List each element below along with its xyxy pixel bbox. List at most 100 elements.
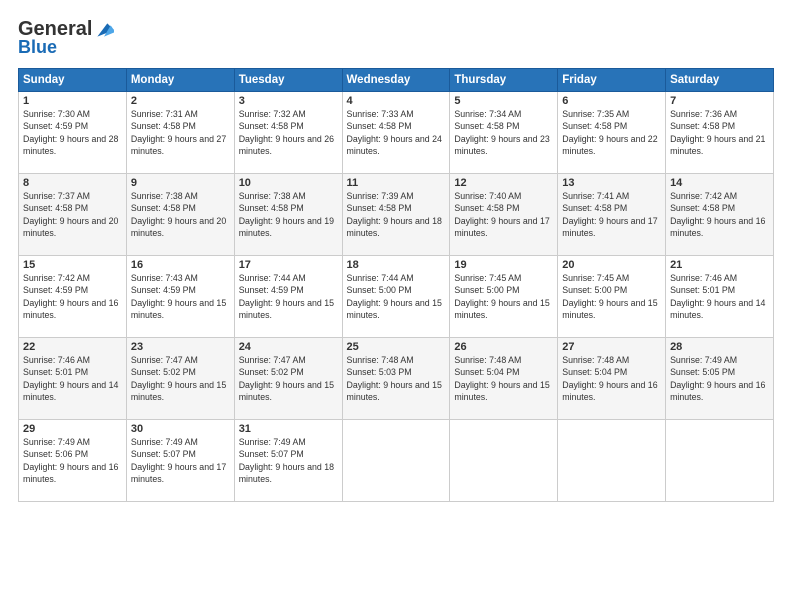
day-info: Sunrise: 7:47 AMSunset: 5:02 PMDaylight:… — [131, 355, 226, 402]
day-info: Sunrise: 7:41 AMSunset: 4:58 PMDaylight:… — [562, 191, 657, 238]
calendar-cell: 17 Sunrise: 7:44 AMSunset: 4:59 PMDaylig… — [234, 256, 342, 338]
calendar-cell: 16 Sunrise: 7:43 AMSunset: 4:59 PMDaylig… — [126, 256, 234, 338]
calendar-cell: 26 Sunrise: 7:48 AMSunset: 5:04 PMDaylig… — [450, 338, 558, 420]
day-number: 15 — [23, 259, 122, 271]
day-info: Sunrise: 7:48 AMSunset: 5:04 PMDaylight:… — [454, 355, 549, 402]
day-info: Sunrise: 7:37 AMSunset: 4:58 PMDaylight:… — [23, 191, 118, 238]
calendar-week-row: 8 Sunrise: 7:37 AMSunset: 4:58 PMDayligh… — [19, 174, 774, 256]
calendar-cell — [342, 420, 450, 502]
day-number: 30 — [131, 423, 230, 435]
calendar-cell: 12 Sunrise: 7:40 AMSunset: 4:58 PMDaylig… — [450, 174, 558, 256]
weekday-header-tuesday: Tuesday — [234, 69, 342, 92]
day-info: Sunrise: 7:45 AMSunset: 5:00 PMDaylight:… — [454, 273, 549, 320]
day-info: Sunrise: 7:42 AMSunset: 4:59 PMDaylight:… — [23, 273, 118, 320]
day-number: 9 — [131, 177, 230, 189]
day-info: Sunrise: 7:32 AMSunset: 4:58 PMDaylight:… — [239, 109, 334, 156]
day-number: 21 — [670, 259, 769, 271]
weekday-header-thursday: Thursday — [450, 69, 558, 92]
weekday-header-wednesday: Wednesday — [342, 69, 450, 92]
day-info: Sunrise: 7:35 AMSunset: 4:58 PMDaylight:… — [562, 109, 657, 156]
calendar-cell: 31 Sunrise: 7:49 AMSunset: 5:07 PMDaylig… — [234, 420, 342, 502]
calendar-cell: 7 Sunrise: 7:36 AMSunset: 4:58 PMDayligh… — [666, 92, 774, 174]
calendar-week-row: 29 Sunrise: 7:49 AMSunset: 5:06 PMDaylig… — [19, 420, 774, 502]
calendar-cell — [666, 420, 774, 502]
day-number: 22 — [23, 341, 122, 353]
day-number: 7 — [670, 95, 769, 107]
calendar-cell — [450, 420, 558, 502]
calendar-week-row: 15 Sunrise: 7:42 AMSunset: 4:59 PMDaylig… — [19, 256, 774, 338]
calendar-cell: 21 Sunrise: 7:46 AMSunset: 5:01 PMDaylig… — [666, 256, 774, 338]
day-number: 29 — [23, 423, 122, 435]
calendar-cell: 9 Sunrise: 7:38 AMSunset: 4:58 PMDayligh… — [126, 174, 234, 256]
calendar-cell — [558, 420, 666, 502]
day-info: Sunrise: 7:49 AMSunset: 5:06 PMDaylight:… — [23, 437, 118, 484]
day-number: 4 — [347, 95, 446, 107]
calendar-week-row: 1 Sunrise: 7:30 AMSunset: 4:59 PMDayligh… — [19, 92, 774, 174]
day-info: Sunrise: 7:49 AMSunset: 5:07 PMDaylight:… — [239, 437, 334, 484]
weekday-header-sunday: Sunday — [19, 69, 127, 92]
calendar-cell: 3 Sunrise: 7:32 AMSunset: 4:58 PMDayligh… — [234, 92, 342, 174]
day-number: 20 — [562, 259, 661, 271]
day-info: Sunrise: 7:42 AMSunset: 4:58 PMDaylight:… — [670, 191, 765, 238]
calendar-table: SundayMondayTuesdayWednesdayThursdayFrid… — [18, 68, 774, 502]
calendar-week-row: 22 Sunrise: 7:46 AMSunset: 5:01 PMDaylig… — [19, 338, 774, 420]
day-number: 27 — [562, 341, 661, 353]
calendar-cell: 20 Sunrise: 7:45 AMSunset: 5:00 PMDaylig… — [558, 256, 666, 338]
calendar-cell: 28 Sunrise: 7:49 AMSunset: 5:05 PMDaylig… — [666, 338, 774, 420]
day-number: 19 — [454, 259, 553, 271]
calendar-cell: 30 Sunrise: 7:49 AMSunset: 5:07 PMDaylig… — [126, 420, 234, 502]
day-number: 3 — [239, 95, 338, 107]
calendar-cell: 11 Sunrise: 7:39 AMSunset: 4:58 PMDaylig… — [342, 174, 450, 256]
weekday-header-saturday: Saturday — [666, 69, 774, 92]
day-number: 13 — [562, 177, 661, 189]
calendar-cell: 15 Sunrise: 7:42 AMSunset: 4:59 PMDaylig… — [19, 256, 127, 338]
calendar-cell: 25 Sunrise: 7:48 AMSunset: 5:03 PMDaylig… — [342, 338, 450, 420]
day-number: 24 — [239, 341, 338, 353]
logo-icon — [94, 20, 114, 40]
calendar-cell: 13 Sunrise: 7:41 AMSunset: 4:58 PMDaylig… — [558, 174, 666, 256]
day-number: 25 — [347, 341, 446, 353]
day-info: Sunrise: 7:38 AMSunset: 4:58 PMDaylight:… — [239, 191, 334, 238]
day-info: Sunrise: 7:48 AMSunset: 5:04 PMDaylight:… — [562, 355, 657, 402]
day-number: 26 — [454, 341, 553, 353]
calendar-cell: 22 Sunrise: 7:46 AMSunset: 5:01 PMDaylig… — [19, 338, 127, 420]
weekday-header-friday: Friday — [558, 69, 666, 92]
day-info: Sunrise: 7:44 AMSunset: 4:59 PMDaylight:… — [239, 273, 334, 320]
day-number: 11 — [347, 177, 446, 189]
day-info: Sunrise: 7:49 AMSunset: 5:07 PMDaylight:… — [131, 437, 226, 484]
day-number: 23 — [131, 341, 230, 353]
weekday-header-monday: Monday — [126, 69, 234, 92]
calendar-cell: 10 Sunrise: 7:38 AMSunset: 4:58 PMDaylig… — [234, 174, 342, 256]
day-number: 28 — [670, 341, 769, 353]
calendar-cell: 1 Sunrise: 7:30 AMSunset: 4:59 PMDayligh… — [19, 92, 127, 174]
day-info: Sunrise: 7:30 AMSunset: 4:59 PMDaylight:… — [23, 109, 118, 156]
calendar-container: General Blue SundayMondayTuesdayWednesda… — [0, 0, 792, 612]
day-number: 16 — [131, 259, 230, 271]
day-info: Sunrise: 7:47 AMSunset: 5:02 PMDaylight:… — [239, 355, 334, 402]
day-info: Sunrise: 7:46 AMSunset: 5:01 PMDaylight:… — [23, 355, 118, 402]
header: General Blue — [18, 18, 774, 58]
day-number: 14 — [670, 177, 769, 189]
day-number: 5 — [454, 95, 553, 107]
day-info: Sunrise: 7:38 AMSunset: 4:58 PMDaylight:… — [131, 191, 226, 238]
day-info: Sunrise: 7:46 AMSunset: 5:01 PMDaylight:… — [670, 273, 765, 320]
calendar-cell: 2 Sunrise: 7:31 AMSunset: 4:58 PMDayligh… — [126, 92, 234, 174]
calendar-cell: 27 Sunrise: 7:48 AMSunset: 5:04 PMDaylig… — [558, 338, 666, 420]
calendar-cell: 19 Sunrise: 7:45 AMSunset: 5:00 PMDaylig… — [450, 256, 558, 338]
day-info: Sunrise: 7:33 AMSunset: 4:58 PMDaylight:… — [347, 109, 442, 156]
day-info: Sunrise: 7:45 AMSunset: 5:00 PMDaylight:… — [562, 273, 657, 320]
day-info: Sunrise: 7:34 AMSunset: 4:58 PMDaylight:… — [454, 109, 549, 156]
day-number: 1 — [23, 95, 122, 107]
calendar-cell: 6 Sunrise: 7:35 AMSunset: 4:58 PMDayligh… — [558, 92, 666, 174]
day-number: 12 — [454, 177, 553, 189]
calendar-cell: 14 Sunrise: 7:42 AMSunset: 4:58 PMDaylig… — [666, 174, 774, 256]
day-number: 18 — [347, 259, 446, 271]
calendar-cell: 29 Sunrise: 7:49 AMSunset: 5:06 PMDaylig… — [19, 420, 127, 502]
day-number: 10 — [239, 177, 338, 189]
day-info: Sunrise: 7:39 AMSunset: 4:58 PMDaylight:… — [347, 191, 442, 238]
day-info: Sunrise: 7:49 AMSunset: 5:05 PMDaylight:… — [670, 355, 765, 402]
logo: General Blue — [18, 18, 114, 58]
day-info: Sunrise: 7:31 AMSunset: 4:58 PMDaylight:… — [131, 109, 226, 156]
day-info: Sunrise: 7:43 AMSunset: 4:59 PMDaylight:… — [131, 273, 226, 320]
day-info: Sunrise: 7:48 AMSunset: 5:03 PMDaylight:… — [347, 355, 442, 402]
